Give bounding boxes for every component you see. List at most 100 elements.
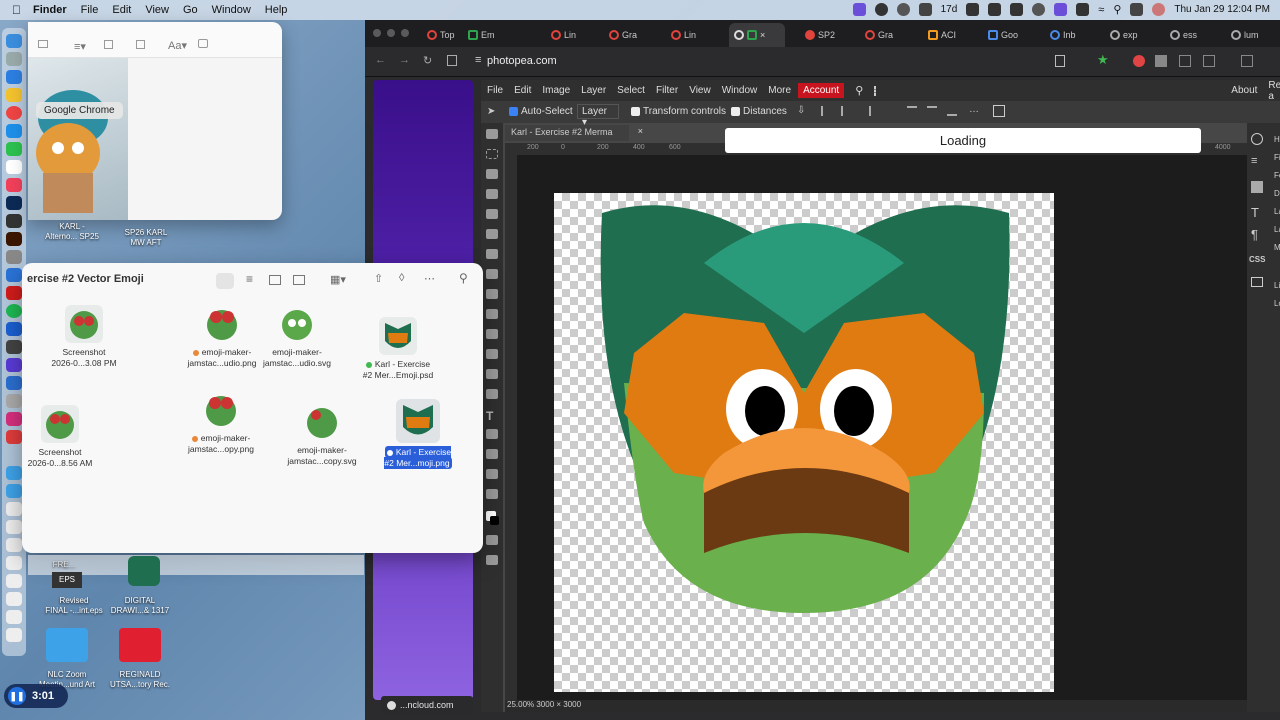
menu-more[interactable]: More — [768, 85, 791, 96]
desktop-file-label[interactable]: SP26 KARL MW AFT — [106, 228, 186, 248]
status-icon[interactable] — [874, 3, 888, 16]
extension-icon[interactable] — [1179, 55, 1191, 67]
install-icon[interactable] — [1055, 55, 1065, 67]
layer-select[interactable]: Layer ▾ — [577, 104, 619, 128]
align-center-icon[interactable] — [841, 106, 851, 116]
emoji-file-icon[interactable] — [128, 556, 160, 586]
chrome-icon[interactable] — [6, 106, 22, 120]
back-icon[interactable]: ← — [375, 54, 386, 66]
file-item[interactable]: Karl - Exercise #2 Mer...Emoji.psd — [354, 317, 442, 381]
list-view-icon[interactable]: ≡ — [246, 272, 253, 286]
file-item[interactable]: Screenshot 2026-0...8.56 AM — [16, 405, 104, 469]
apple-icon[interactable]:  — [12, 3, 21, 17]
brush-tool-icon[interactable] — [486, 269, 498, 279]
search-icon[interactable]: ⚲ — [459, 271, 468, 285]
icon-view-button[interactable] — [216, 273, 234, 289]
healing-brush-icon[interactable] — [486, 249, 498, 259]
pen-tool-icon[interactable] — [486, 389, 498, 399]
lasso-tool-icon[interactable] — [486, 169, 498, 179]
menu-edit[interactable]: Edit — [112, 4, 131, 16]
document-tab[interactable]: Karl - Exercise #2 Merma × — [505, 125, 643, 141]
extension-icon[interactable] — [1155, 55, 1167, 67]
browser-tab[interactable]: Lin — [671, 26, 707, 43]
dodge-tool-icon[interactable] — [486, 369, 498, 379]
browser-tab[interactable]: Lin — [551, 26, 587, 43]
search-icon[interactable]: ⚲ — [1113, 3, 1121, 16]
desktop-file-label[interactable]: FRE... — [24, 560, 104, 570]
menu-file[interactable]: File — [487, 85, 503, 96]
desktop-file-label[interactable]: KARL - Alterno... SP25 — [32, 222, 112, 242]
app-icon[interactable] — [6, 124, 22, 138]
menu-filter[interactable]: Filter — [656, 85, 678, 96]
distances-checkbox[interactable] — [731, 107, 740, 116]
comment-icon[interactable] — [198, 39, 208, 48]
sidebar-toggle-icon[interactable] — [447, 55, 457, 66]
zoom-window-button[interactable] — [401, 29, 409, 37]
align-left-icon[interactable] — [821, 106, 831, 116]
group-icon[interactable] — [104, 40, 113, 49]
finder-icon[interactable] — [6, 34, 22, 48]
move-tool-icon[interactable]: ➤ — [487, 106, 495, 117]
share-icon[interactable]: ⇧ — [374, 272, 383, 285]
browser-tab[interactable]: ess — [1170, 26, 1208, 43]
spotify-icon[interactable] — [6, 304, 22, 318]
app-icon[interactable] — [6, 250, 22, 264]
fullscreen-icon[interactable] — [874, 85, 877, 96]
menu-window[interactable]: Window — [212, 4, 251, 16]
menu-finder[interactable]: Finder — [33, 4, 67, 16]
align-bottom-icon[interactable] — [947, 106, 957, 116]
close-window-button[interactable] — [373, 29, 381, 37]
siri-icon[interactable] — [1152, 3, 1166, 16]
menu-view[interactable]: View — [145, 4, 169, 16]
browser-tab[interactable]: exp — [1110, 26, 1148, 43]
status-icon[interactable] — [988, 3, 1002, 16]
paint-bucket-icon[interactable] — [486, 329, 498, 339]
menu-view[interactable]: View — [689, 85, 711, 96]
browser-tab-active[interactable]: × — [729, 23, 785, 47]
align-top-icon[interactable] — [907, 106, 917, 116]
notes-icon[interactable] — [6, 88, 22, 102]
menu-go[interactable]: Go — [183, 4, 198, 16]
wifi-icon[interactable]: ≈ — [1098, 4, 1104, 16]
reload-icon[interactable]: ↻ — [423, 54, 432, 67]
css-panel-label[interactable]: CSS — [1249, 255, 1265, 264]
group-by-icon[interactable]: ▦▾ — [330, 273, 346, 286]
url-field[interactable]: photopea.com — [487, 55, 557, 67]
document-icon[interactable] — [6, 610, 22, 624]
minimize-window-button[interactable] — [387, 29, 395, 37]
download-icon[interactable]: ⇩ — [797, 105, 805, 116]
app-icon[interactable] — [6, 214, 22, 228]
browser-tab[interactable]: Em — [468, 26, 504, 43]
eyedropper-icon[interactable] — [486, 229, 498, 239]
document-icon[interactable] — [6, 502, 22, 516]
side-panel-footer[interactable]: ...ncloud.com — [381, 696, 473, 714]
more-actions-icon[interactable]: ⋯ — [424, 272, 435, 285]
pause-icon[interactable]: ❚❚ — [8, 687, 26, 705]
magic-wand-icon[interactable] — [486, 189, 498, 199]
color-swatch[interactable] — [490, 516, 499, 525]
document-icon[interactable] — [6, 592, 22, 606]
folder-icon[interactable] — [46, 628, 88, 662]
sidebar-toggle-icon[interactable] — [38, 40, 48, 48]
clone-stamp-icon[interactable] — [486, 289, 498, 299]
folder-icon[interactable] — [119, 628, 161, 662]
file-item[interactable]: emoji-maker- jamstac...udio.svg — [253, 305, 341, 369]
status-icon[interactable] — [896, 3, 910, 16]
shape-tool-icon[interactable] — [486, 449, 498, 459]
menu-select[interactable]: Select — [617, 85, 645, 96]
status-icon[interactable] — [966, 3, 980, 16]
tag-icon[interactable]: ◊ — [399, 272, 404, 284]
browser-tab[interactable]: Gra — [609, 26, 645, 43]
site-settings-icon[interactable]: ≡ — [475, 54, 481, 66]
file-item[interactable]: emoji-maker- jamstac...opy.png — [177, 391, 265, 455]
brush-panel-icon[interactable] — [1251, 181, 1263, 193]
menu-about[interactable]: About — [1231, 85, 1257, 96]
menu-layer[interactable]: Layer — [581, 85, 606, 96]
menu-file[interactable]: File — [81, 4, 99, 16]
info-icon[interactable] — [1251, 133, 1263, 145]
document-icon[interactable] — [6, 538, 22, 552]
image-icon[interactable] — [1251, 277, 1263, 287]
play-icon[interactable] — [1076, 3, 1090, 16]
desktop-file-label[interactable]: DIGITAL DRAWI...& 1317 — [100, 596, 180, 616]
account-button[interactable]: Account — [798, 83, 845, 98]
